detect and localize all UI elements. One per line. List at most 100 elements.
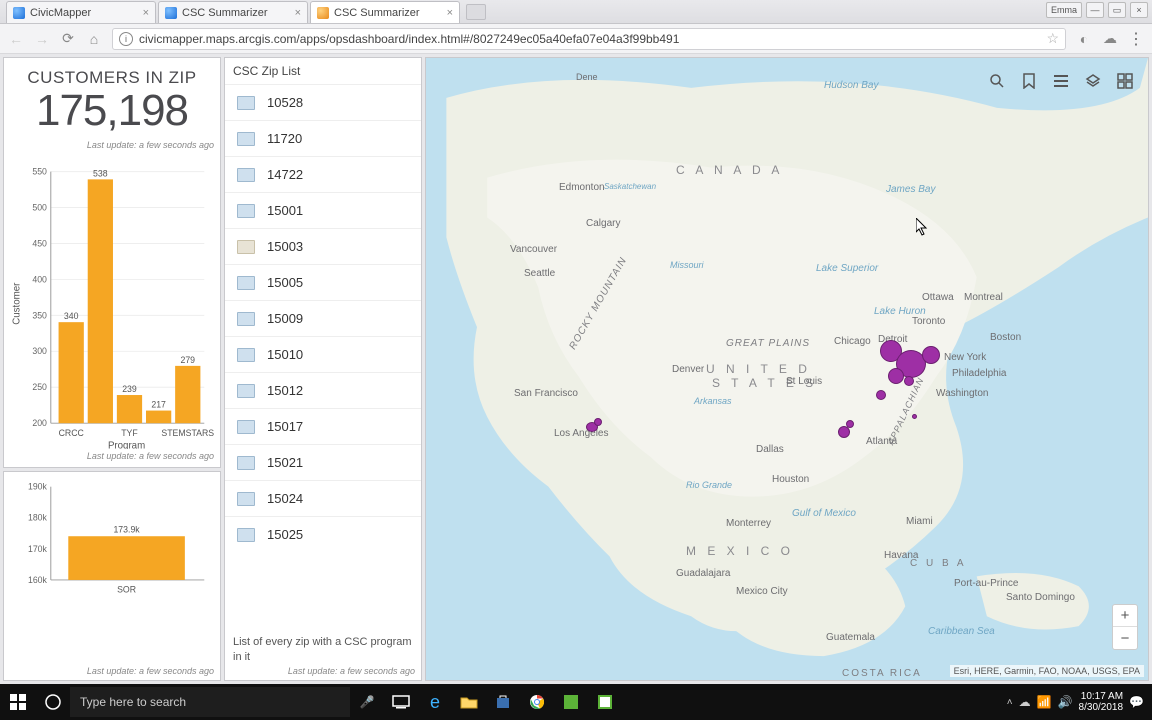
site-info-icon[interactable]: i	[119, 32, 133, 46]
taskbar-app-green2[interactable]	[588, 684, 622, 720]
tab-label: CivicMapper	[30, 7, 91, 19]
taskbar-mic-icon[interactable]: 🎤	[350, 684, 384, 720]
favicon	[317, 7, 329, 19]
dashboard: CUSTOMERS IN ZIP 175,198 Last update: a …	[0, 54, 1152, 684]
svg-text:400: 400	[32, 274, 47, 284]
chrome-menu-icon[interactable]: ⋮	[1128, 29, 1144, 49]
zip-list-panel: CSC Zip List 10528 11720 14722 15001 150…	[224, 57, 422, 681]
map-cluster[interactable]	[912, 414, 917, 419]
taskbar-app-edge[interactable]: e	[418, 684, 452, 720]
folder-icon	[237, 492, 255, 506]
map-cluster[interactable]	[904, 376, 914, 386]
map-label-greatplains: GREAT PLAINS	[726, 338, 810, 349]
zip-list-item[interactable]: 15017	[225, 408, 421, 444]
zip-list-item[interactable]: 15012	[225, 372, 421, 408]
tray-onedrive-icon[interactable]: ☁	[1019, 695, 1031, 709]
svg-text:550: 550	[32, 167, 47, 177]
start-button[interactable]	[0, 684, 36, 720]
svg-text:279: 279	[180, 355, 195, 365]
svg-text:Customer: Customer	[12, 282, 23, 325]
task-view-icon[interactable]	[384, 684, 418, 720]
kpi-value: 175,198	[12, 86, 212, 136]
map-cluster[interactable]	[594, 418, 602, 426]
map-legend-icon[interactable]	[1052, 72, 1070, 90]
reload-button[interactable]: ⟳	[60, 31, 76, 47]
chart1-last-update: Last update: a few seconds ago	[4, 451, 220, 465]
browser-tabstrip: CivicMapper × CSC Summarizer × CSC Summa…	[0, 0, 1152, 24]
map-cluster[interactable]	[922, 346, 940, 364]
svg-text:TYF: TYF	[121, 428, 137, 438]
bookmark-star-icon[interactable]: ☆	[1046, 30, 1059, 47]
zip-list-title: CSC Zip List	[225, 58, 421, 84]
folder-icon	[237, 168, 255, 182]
tray-notifications-icon[interactable]: 💬	[1129, 695, 1144, 709]
forward-button[interactable]: →	[34, 31, 50, 47]
folder-icon	[237, 420, 255, 434]
zip-list-scroll[interactable]: 10528 11720 14722 15001 15003 15005 1500…	[225, 84, 421, 629]
zip-list-last-update: Last update: a few seconds ago	[288, 666, 415, 676]
taskbar-search[interactable]: Type here to search	[70, 687, 350, 717]
browser-toolbar: ← → ⟳ ⌂ i civicmapper.maps.arcgis.com/ap…	[0, 24, 1152, 54]
cortana-icon[interactable]	[36, 684, 70, 720]
tray-volume-icon[interactable]: 🔊	[1058, 695, 1073, 709]
svg-text:300: 300	[32, 346, 47, 356]
window-close[interactable]: ×	[1130, 2, 1148, 18]
zip-list-item[interactable]: 15001	[225, 192, 421, 228]
zoom-out-button[interactable]: −	[1113, 627, 1137, 649]
back-button[interactable]: ←	[8, 31, 24, 47]
taskbar-app-explorer[interactable]	[452, 684, 486, 720]
close-icon[interactable]: ×	[295, 7, 301, 19]
folder-icon	[237, 348, 255, 362]
extensions-icon[interactable]: ◐	[1076, 31, 1092, 47]
window-user-badge[interactable]: Emma	[1046, 2, 1082, 18]
zip-list-item[interactable]: 10528	[225, 84, 421, 120]
zip-list-item[interactable]: 15003	[225, 228, 421, 264]
zip-list-item[interactable]: 15005	[225, 264, 421, 300]
map-search-icon[interactable]	[988, 72, 1006, 90]
zip-list-item[interactable]: 11720	[225, 120, 421, 156]
map-canvas[interactable]: C A N A D A U N I T E D S T A T E S M E …	[426, 58, 1148, 680]
close-icon[interactable]: ×	[447, 7, 453, 19]
window-minimize[interactable]: —	[1086, 2, 1104, 18]
svg-text:217: 217	[151, 400, 166, 410]
address-bar[interactable]: i civicmapper.maps.arcgis.com/apps/opsda…	[112, 28, 1066, 50]
map-basemap-icon[interactable]	[1116, 72, 1134, 90]
browser-tab-1[interactable]: CSC Summarizer ×	[158, 1, 308, 23]
taskbar-app-chrome[interactable]	[520, 684, 554, 720]
map-layers-icon[interactable]	[1084, 72, 1102, 90]
close-icon[interactable]: ×	[143, 7, 149, 19]
zip-list-item[interactable]: 15021	[225, 444, 421, 480]
program-bar-chart[interactable]: 550 500 450 400 350 300 250 200	[4, 154, 220, 451]
sor-bar-chart[interactable]: 190k 180k 170k 160k 173.9k SOR	[4, 472, 220, 666]
map-label-mexico: M E X I C O	[686, 544, 794, 558]
zip-list-item[interactable]: 15024	[225, 480, 421, 516]
map-panel[interactable]: C A N A D A U N I T E D S T A T E S M E …	[425, 57, 1149, 681]
zip-list-item[interactable]: 15009	[225, 300, 421, 336]
taskbar-clock[interactable]: 10:17 AM 8/30/2018	[1079, 691, 1124, 713]
zip-list-description: List of every zip with a CSC program in …	[225, 629, 421, 664]
map-cluster[interactable]	[888, 368, 904, 384]
svg-text:173.9k: 173.9k	[113, 525, 140, 535]
window-maximize[interactable]: ▭	[1108, 2, 1126, 18]
home-button[interactable]: ⌂	[86, 31, 102, 47]
zip-list-item[interactable]: 15010	[225, 336, 421, 372]
browser-tab-2[interactable]: CSC Summarizer ×	[310, 1, 460, 23]
browser-tab-0[interactable]: CivicMapper ×	[6, 1, 156, 23]
profile-icon[interactable]: ☁	[1102, 31, 1118, 47]
zoom-in-button[interactable]: +	[1113, 605, 1137, 627]
map-cluster[interactable]	[876, 390, 886, 400]
zip-list-item[interactable]: 15025	[225, 516, 421, 552]
tray-chevron-icon[interactable]: ˄	[1007, 697, 1013, 708]
new-tab-button[interactable]	[466, 4, 486, 20]
svg-text:250: 250	[32, 382, 47, 392]
favicon	[165, 7, 177, 19]
taskbar-app-store[interactable]	[486, 684, 520, 720]
map-bookmark-icon[interactable]	[1020, 72, 1038, 90]
map-cluster[interactable]	[846, 420, 854, 428]
svg-text:180k: 180k	[28, 513, 48, 523]
svg-text:170k: 170k	[28, 544, 48, 554]
folder-icon	[237, 528, 255, 542]
tray-wifi-icon[interactable]: 📶	[1037, 695, 1052, 709]
taskbar-app-green1[interactable]	[554, 684, 588, 720]
zip-list-item[interactable]: 14722	[225, 156, 421, 192]
